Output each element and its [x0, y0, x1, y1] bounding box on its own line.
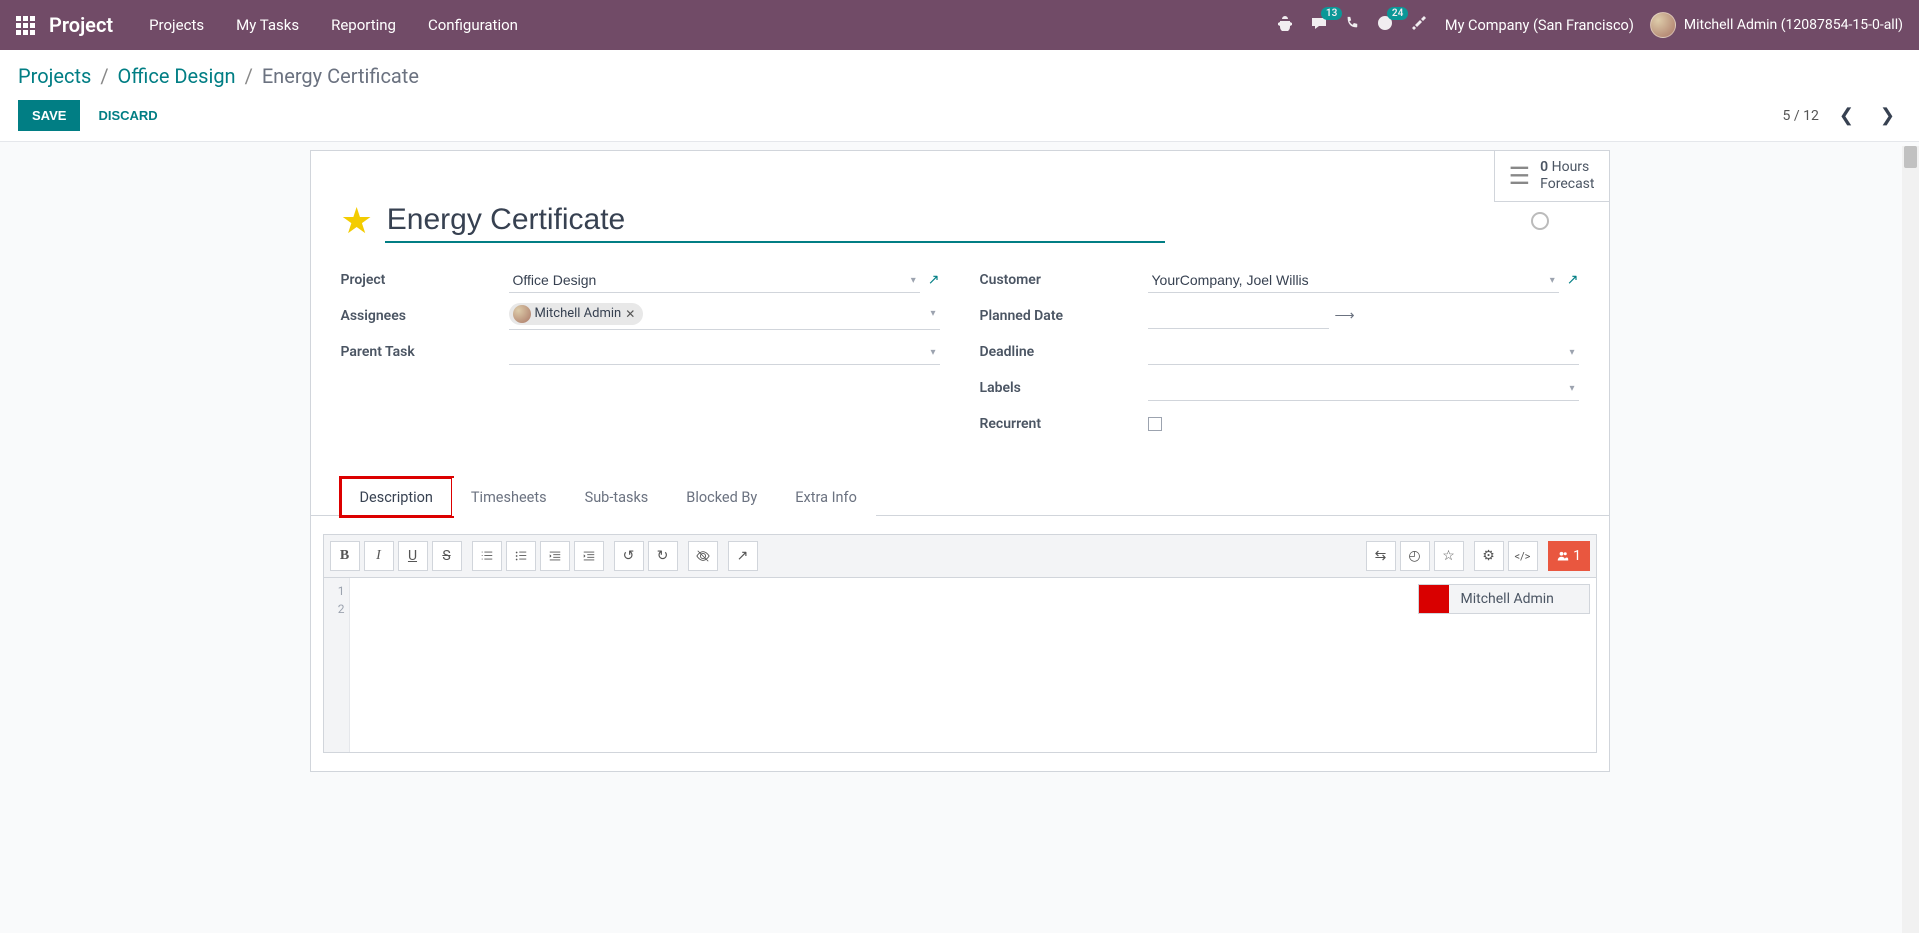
tools-icon[interactable]: [1411, 15, 1427, 35]
project-field[interactable]: [509, 268, 920, 293]
remove-assignee-icon[interactable]: ✕: [625, 307, 635, 321]
italic-button[interactable]: I: [364, 541, 394, 571]
activity-icon[interactable]: 24: [1377, 15, 1393, 35]
collab-popup[interactable]: Mitchell Admin: [1418, 584, 1590, 614]
form-sheet: ☰ 0 Hours Forecast ★ Project ▾: [310, 150, 1610, 772]
stat-forecast[interactable]: ☰ 0 Hours Forecast: [1494, 151, 1609, 202]
user-name: Mitchell Admin (12087854-15-0-all): [1684, 17, 1903, 33]
nav-projects[interactable]: Projects: [137, 8, 216, 42]
nav-links: Projects My Tasks Reporting Configuratio…: [137, 8, 530, 42]
tabs: Description Timesheets Sub-tasks Blocked…: [311, 477, 1609, 516]
breadcrumb: Projects / Office Design / Energy Certif…: [18, 64, 1901, 88]
top-navbar: Project Projects My Tasks Reporting Conf…: [0, 0, 1919, 50]
priority-star-icon[interactable]: ★: [341, 200, 373, 242]
customer-field[interactable]: [1148, 268, 1559, 293]
code-icon[interactable]: </>: [1508, 541, 1538, 571]
nav-mytasks[interactable]: My Tasks: [224, 8, 311, 42]
pager-text[interactable]: 5 / 12: [1782, 108, 1818, 124]
scrollbar-thumb[interactable]: [1904, 146, 1917, 168]
tab-subtasks[interactable]: Sub-tasks: [566, 478, 668, 516]
project-label: Project: [341, 272, 509, 288]
planned-end-field[interactable]: [1361, 304, 1542, 328]
tab-timesheets[interactable]: Timesheets: [452, 478, 566, 516]
forecast-bars-icon: ☰: [1509, 164, 1531, 188]
company-switcher[interactable]: My Company (San Francisco): [1445, 17, 1634, 34]
labels-label: Labels: [980, 380, 1148, 396]
task-title-input[interactable]: [385, 199, 1165, 243]
editor-area: B I U S: [311, 516, 1609, 771]
systray: 13 24: [1277, 15, 1427, 35]
apps-icon[interactable]: [16, 16, 35, 35]
tab-extrainfo[interactable]: Extra Info: [776, 478, 876, 516]
app-brand[interactable]: Project: [49, 13, 113, 37]
labels-field[interactable]: [1148, 376, 1579, 401]
assignee-avatar-icon: [513, 305, 531, 323]
editor-body[interactable]: 1 2 Mitchell Admin: [323, 578, 1597, 753]
stat-sub: Forecast: [1540, 176, 1594, 192]
editor-toolbar: B I U S: [323, 534, 1597, 578]
assignees-label: Assignees: [341, 308, 509, 324]
collab-user-name: Mitchell Admin: [1449, 585, 1589, 613]
breadcrumb-parent[interactable]: Office Design: [118, 64, 236, 88]
assignee-chip[interactable]: Mitchell Admin ✕: [509, 303, 644, 325]
stat-unit: Hours: [1552, 159, 1590, 175]
stat-count: 0: [1540, 159, 1548, 175]
underline-button[interactable]: U: [398, 541, 428, 571]
parent-task-field[interactable]: [509, 340, 940, 365]
gear-icon[interactable]: ⚙: [1474, 541, 1504, 571]
messages-badge: 13: [1321, 7, 1342, 20]
parent-task-label: Parent Task: [341, 344, 509, 360]
outdent-icon[interactable]: [540, 541, 570, 571]
pager-prev-icon[interactable]: ❮: [1833, 101, 1860, 130]
phone-icon[interactable]: [1345, 16, 1359, 34]
undo-icon[interactable]: ↺: [614, 541, 644, 571]
planned-start-field[interactable]: [1148, 304, 1329, 329]
user-menu[interactable]: Mitchell Admin (12087854-15-0-all): [1650, 12, 1903, 38]
bug-icon[interactable]: [1277, 15, 1293, 35]
bold-button[interactable]: B: [330, 541, 360, 571]
external-link-icon[interactable]: ↗: [1567, 272, 1579, 288]
nav-configuration[interactable]: Configuration: [416, 8, 530, 42]
indent-icon[interactable]: [574, 541, 604, 571]
redo-icon[interactable]: ↻: [648, 541, 678, 571]
recurrent-label: Recurrent: [980, 416, 1148, 432]
collaborators-button[interactable]: 1: [1548, 541, 1590, 571]
nav-reporting[interactable]: Reporting: [319, 8, 408, 42]
user-avatar-icon: [1650, 12, 1676, 38]
discard-button[interactable]: DISCARD: [98, 108, 157, 123]
breadcrumb-current: Energy Certificate: [262, 64, 419, 88]
recurrent-checkbox[interactable]: [1148, 417, 1162, 431]
deadline-label: Deadline: [980, 344, 1148, 360]
kanban-state-icon[interactable]: [1531, 212, 1549, 230]
save-button[interactable]: SAVE: [18, 100, 80, 131]
pager: 5 / 12 ❮ ❯: [1782, 101, 1901, 130]
messages-icon[interactable]: 13: [1311, 15, 1327, 35]
collab-count: 1: [1573, 548, 1581, 564]
customer-label: Customer: [980, 272, 1148, 288]
collab-color-swatch: [1419, 585, 1449, 613]
ordered-list-icon[interactable]: [472, 541, 502, 571]
planned-date-label: Planned Date: [980, 308, 1148, 324]
tab-blockedby[interactable]: Blocked By: [667, 478, 776, 516]
clock-icon[interactable]: ◴: [1400, 541, 1430, 571]
tab-description[interactable]: Description: [341, 478, 452, 516]
assignee-name: Mitchell Admin: [535, 306, 622, 321]
external-link-icon[interactable]: ↗: [928, 272, 940, 288]
unordered-list-icon[interactable]: [506, 541, 536, 571]
line-gutter: 1 2: [324, 578, 350, 752]
visibility-icon[interactable]: [688, 541, 718, 571]
activity-badge: 24: [1387, 7, 1408, 20]
scrollbar[interactable]: [1902, 146, 1919, 933]
deadline-field[interactable]: [1148, 340, 1579, 365]
control-bar: Projects / Office Design / Energy Certif…: [0, 50, 1919, 142]
editor-content[interactable]: Mitchell Admin: [350, 578, 1596, 752]
arrow-right-icon: ⟶: [1335, 308, 1355, 324]
breadcrumb-root[interactable]: Projects: [18, 64, 91, 88]
pager-next-icon[interactable]: ❯: [1874, 101, 1901, 130]
chevron-down-icon: ▾: [930, 308, 935, 319]
fullscreen-icon[interactable]: ↗: [728, 541, 758, 571]
swap-icon[interactable]: ⇆: [1366, 541, 1396, 571]
star-outline-icon[interactable]: ☆: [1434, 541, 1464, 571]
strike-button[interactable]: S: [432, 541, 462, 571]
